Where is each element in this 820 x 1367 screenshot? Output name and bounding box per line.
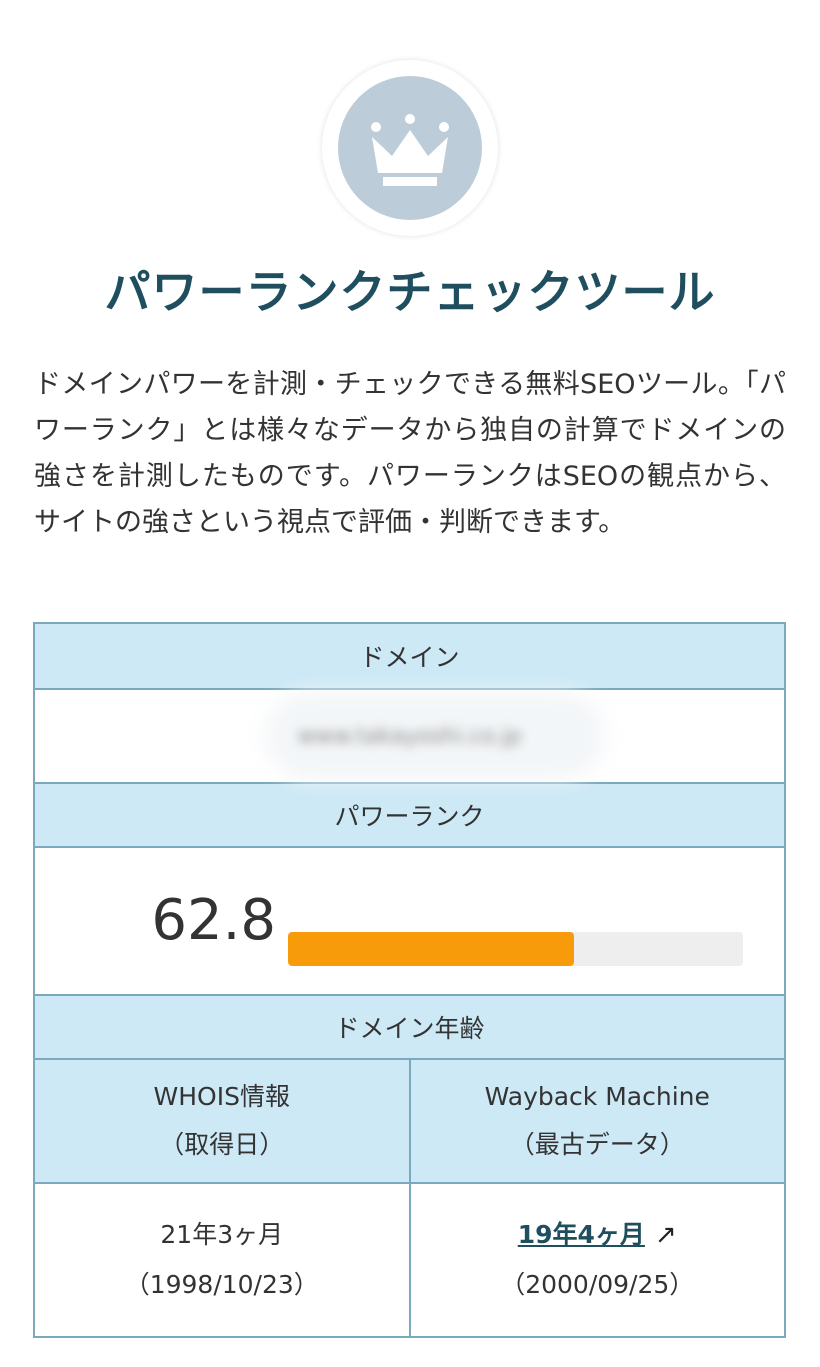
power-rank-bar-fill xyxy=(288,932,574,966)
whois-age: 21年3ヶ月 xyxy=(160,1220,284,1249)
whois-header-subtitle: （取得日） xyxy=(159,1130,285,1159)
wayback-age-link[interactable]: 19年4ヶ月 xyxy=(518,1220,645,1249)
domain-age-header: ドメイン年齢 xyxy=(35,994,784,1058)
power-rank-bar xyxy=(288,932,743,966)
power-rank-cell: 62.8 xyxy=(35,846,784,994)
whois-header: WHOIS情報 （取得日） xyxy=(35,1060,411,1182)
domain-value-cell: www.takayoshi.co.jp xyxy=(35,688,784,782)
domain-age-header-label: ドメイン年齢 xyxy=(334,1014,485,1043)
wayback-header: Wayback Machine （最古データ） xyxy=(410,1060,784,1182)
wayback-value-cell: 19年4ヶ月 ↗ （2000/09/25） xyxy=(411,1184,785,1336)
page-title: パワーランクチェックツール xyxy=(104,265,716,319)
result-table: ドメイン www.takayoshi.co.jp パワーランク 62.8 ドメイ… xyxy=(33,622,786,1338)
power-rank-header: パワーランク xyxy=(35,782,784,846)
age-values: 21年3ヶ月 （1998/10/23） 19年4ヶ月 ↗ （2000/09/25） xyxy=(35,1182,784,1336)
wayback-header-title: Wayback Machine xyxy=(484,1082,710,1111)
power-rank-value: 62.8 xyxy=(151,888,276,953)
wayback-date: （2000/09/25） xyxy=(500,1270,695,1299)
crown-logo-circle xyxy=(338,76,482,220)
domain-header: ドメイン xyxy=(35,624,784,688)
age-subheaders: WHOIS情報 （取得日） Wayback Machine （最古データ） xyxy=(35,1058,784,1182)
whois-header-title: WHOIS情報 xyxy=(153,1082,290,1111)
tool-description: ドメインパワーを計測・チェックできる無料SEOツール。「パワーランク」とは様々な… xyxy=(34,369,786,538)
domain-value: www.takayoshi.co.jp xyxy=(297,723,522,749)
whois-value-cell: 21年3ヶ月 （1998/10/23） xyxy=(35,1184,411,1336)
whois-date: （1998/10/23） xyxy=(124,1270,319,1299)
domain-header-label: ドメイン xyxy=(359,643,460,672)
wayback-link-row: 19年4ヶ月 ↗ xyxy=(518,1210,677,1260)
external-link-arrow-icon[interactable]: ↗ xyxy=(655,1220,677,1250)
crown-icon xyxy=(371,114,449,186)
wayback-header-subtitle: （最古データ） xyxy=(509,1130,685,1159)
power-rank-header-label: パワーランク xyxy=(334,802,485,831)
logo-badge xyxy=(322,60,498,236)
